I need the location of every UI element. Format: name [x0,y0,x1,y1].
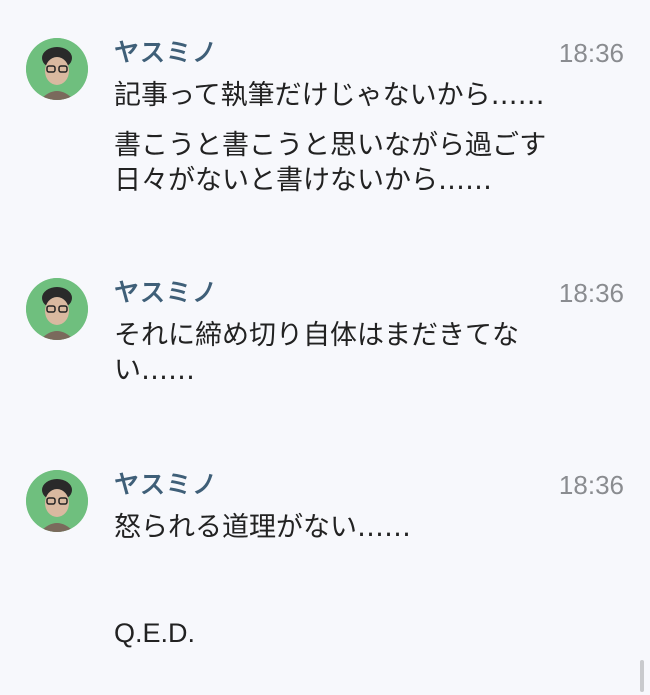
trailing-message-text: Q.E.D. [114,618,196,648]
message-text-line: 書こうと書こうと思いながら過ごす [114,130,547,161]
message-paragraph: それに締め切り自体はまだきてな い…… [114,318,614,388]
scrollbar[interactable] [640,660,644,692]
timestamp: 18:36 [558,470,624,500]
message-text-line: 日々がないと書けないから…… [114,165,492,196]
message-text-line: それに締め切り自体はまだきてな [114,320,519,351]
avatar-icon [26,470,88,532]
message-paragraph: 記事って執筆だけじゃないから…… [114,78,614,113]
avatar-icon [26,278,88,340]
timestamp: 18:36 [558,38,624,68]
message-body: 怒られる道理がない…… [114,510,614,545]
message-paragraph: 怒られる道理がない…… [114,510,614,545]
avatar[interactable] [26,38,88,100]
sender-name[interactable]: ヤスミノ [114,38,218,68]
avatar[interactable] [26,470,88,532]
message-body: 記事って執筆だけじゃないから…… 書こうと書こうと思いながら過ごす 日々がないと… [114,78,614,198]
timestamp: 18:36 [558,278,624,308]
avatar-icon [26,38,88,100]
message-text-line: 怒られる道理がない…… [114,512,411,543]
chat-thread: ヤスミノ 18:36 記事って執筆だけじゃないから…… 書こうと書こうと思いなが… [0,0,650,695]
sender-name[interactable]: ヤスミノ [114,278,218,308]
message-body: それに締め切り自体はまだきてな い…… [114,318,614,388]
sender-name[interactable]: ヤスミノ [114,470,218,500]
message-paragraph: 書こうと書こうと思いながら過ごす 日々がないと書けないから…… [114,128,614,198]
avatar[interactable] [26,278,88,340]
message-text-line: 記事って執筆だけじゃないから…… [114,80,545,111]
message-text-line: い…… [114,355,195,386]
